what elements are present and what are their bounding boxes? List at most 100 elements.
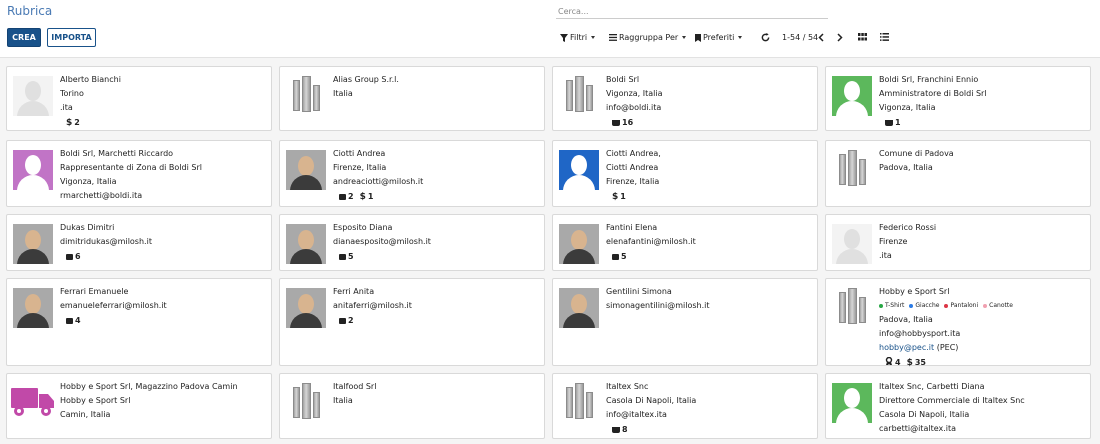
contact-card[interactable]: Gentilini Simona simonagentilini@milosh.i… (552, 278, 818, 366)
badge-calendar[interactable]: 2 (339, 190, 354, 204)
contact-card[interactable]: Ciotti Andrea Firenze, Italia andreaciotti… (279, 140, 545, 207)
contact-card[interactable]: Comune di Padova Padova, Italia (825, 140, 1091, 207)
badge-row: 1 (879, 116, 1086, 130)
contact-name[interactable]: Italtex Snc (606, 380, 813, 394)
avatar-head (571, 230, 587, 250)
avatar-head (25, 81, 41, 101)
avatar-placeholder-icon (559, 150, 599, 190)
tag[interactable]: Canotte (983, 299, 1013, 313)
contact-card[interactable]: Italtex Snc, Carbetti Diana Direttore Com… (825, 373, 1091, 439)
tag[interactable]: T-Shirt (879, 299, 904, 313)
group-by-dropdown[interactable]: Raggruppa Per (609, 33, 687, 42)
contact-card[interactable]: Alias Group S.r.l. Italia (279, 66, 545, 131)
contact-card[interactable]: Esposito Diana dianaesposito@milosh.it 5 (279, 214, 545, 271)
contact-name[interactable]: Comune di Padova (879, 147, 1086, 161)
badge-dollar[interactable]: $1 (612, 190, 626, 204)
kanban-view-icon[interactable] (858, 33, 867, 41)
tag-label: Canotte (989, 302, 1013, 309)
contact-name[interactable]: Fantini Elena (606, 221, 813, 235)
contact-detail: Ciotti Andrea (606, 163, 659, 172)
badge-dollar[interactable]: $2 (66, 116, 80, 130)
contact-name[interactable]: Ferrari Emanuele (60, 285, 267, 299)
contact-name[interactable]: Italfood Srl (333, 380, 540, 394)
contact-card[interactable]: Boldi Srl, Franchini Ennio Amministratore… (825, 66, 1091, 131)
create-button[interactable]: CREA (7, 28, 41, 47)
badge-trophy[interactable]: 4 (885, 356, 901, 370)
contact-info: Ferrari Emanuele emanueleferrari@milosh.i… (60, 285, 267, 328)
chevron-left-icon[interactable] (818, 33, 824, 42)
contact-card[interactable]: Ferri Anita anitaferri@milosh.it 2 (279, 278, 545, 366)
contact-email: elenafantini@milosh.it (606, 237, 696, 246)
contact-card[interactable]: Dukas Dimitri dimitridukas@milosh.it 6 (6, 214, 272, 271)
badge-count: 1 (367, 192, 374, 201)
contact-name[interactable]: Ciotti Andrea, (606, 147, 813, 161)
company-icon (832, 288, 872, 328)
contact-card[interactable]: Italtex Snc Casola Di Napoli, Italia info@… (552, 373, 818, 439)
contact-name[interactable]: Ciotti Andrea (333, 147, 540, 161)
pec-link[interactable]: hobby@pec.it (879, 343, 934, 352)
contact-name[interactable]: Alberto Bianchi (60, 73, 267, 87)
contact-card[interactable]: Ferrari Emanuele emanueleferrari@milosh.i… (6, 278, 272, 366)
contact-name[interactable]: Ferri Anita (333, 285, 540, 299)
tag-label: Pantaloni (950, 302, 979, 309)
company-icon (559, 383, 599, 423)
contact-card[interactable]: Hobby e Sport Srl, Magazzino Padova Cami… (6, 373, 272, 439)
favorites-dropdown[interactable]: Preferiti (695, 33, 743, 42)
filter-icon (560, 33, 568, 42)
contact-name[interactable]: Boldi Srl, Marchetti Riccardo (60, 147, 267, 161)
contact-card[interactable]: Italfood Srl Italia (279, 373, 545, 439)
badge-calendar[interactable]: 5 (612, 250, 627, 264)
contact-detail: .ita (879, 251, 892, 260)
badge-dollar[interactable]: $1 (360, 190, 374, 204)
badge-calendar[interactable]: 2 (339, 314, 354, 328)
filters-label: Filtri (570, 33, 588, 42)
list-view-icon[interactable] (880, 33, 889, 41)
contact-name[interactable]: Alias Group S.r.l. (333, 73, 540, 87)
contact-name[interactable]: Italtex Snc, Carbetti Diana (879, 380, 1086, 394)
contact-email: anitaferri@milosh.it (333, 301, 412, 310)
contact-name[interactable]: Boldi Srl, Franchini Ennio (879, 73, 1086, 87)
contact-name[interactable]: Gentilini Simona (606, 285, 813, 299)
control-panel: Rubrica Cerca... CREA IMPORTA Filtri Rag… (0, 0, 1100, 58)
contact-info: Hobby e Sport Srl T-Shirt Giacche Pantaloni… (879, 285, 1086, 370)
import-button[interactable]: IMPORTA (47, 28, 96, 47)
contact-name[interactable]: Boldi Srl (606, 73, 813, 87)
contact-name[interactable]: Esposito Diana (333, 221, 540, 235)
contact-name[interactable]: Federico Rossi (879, 221, 1086, 235)
badge-cart[interactable]: 8 (612, 423, 628, 437)
company-icon (286, 383, 326, 423)
contact-card[interactable]: Federico Rossi Firenze .ita (825, 214, 1091, 271)
contact-detail: Direttore Commerciale di Italtex Snc (879, 396, 1025, 405)
avatar-body (17, 249, 49, 264)
contact-info: Alberto Bianchi Torino .ita $2 (60, 73, 267, 130)
contact-name[interactable]: Hobby e Sport Srl, Magazzino Padova Cami… (60, 380, 267, 394)
cart-icon (612, 120, 620, 126)
tag[interactable]: Pantaloni (944, 299, 978, 313)
contact-email: simonagentilini@milosh.it (606, 301, 710, 310)
search-input[interactable]: Cerca... (556, 5, 828, 19)
tag-color-dot (879, 304, 883, 308)
tag[interactable]: Giacche (909, 299, 939, 313)
chevron-right-icon[interactable] (837, 33, 843, 42)
contact-card[interactable]: Fantini Elena elenafantini@milosh.it 5 (552, 214, 818, 271)
contact-card[interactable]: Ciotti Andrea, Ciotti Andrea Firenze, Ital… (552, 140, 818, 207)
badge-calendar[interactable]: 5 (339, 250, 354, 264)
contact-card[interactable]: Hobby e Sport Srl T-Shirt Giacche Pantaloni… (825, 278, 1091, 368)
badge-cart[interactable]: 16 (612, 116, 633, 130)
badge-calendar[interactable]: 4 (66, 314, 81, 328)
contact-name[interactable]: Hobby e Sport Srl (879, 285, 1086, 299)
contact-card[interactable]: Boldi Srl Vigonza, Italia info@boldi.ita 16 (552, 66, 818, 131)
contact-name[interactable]: Dukas Dimitri (60, 221, 267, 235)
contact-detail: Vigonza, Italia (60, 177, 117, 186)
badge-dollar[interactable]: $35 (907, 356, 926, 370)
contact-info: Italfood Srl Italia (333, 380, 540, 408)
avatar-head (298, 230, 314, 250)
tag-color-dot (983, 304, 988, 308)
contact-detail: .ita (60, 103, 73, 112)
badge-calendar[interactable]: 6 (66, 250, 81, 264)
contact-card[interactable]: Boldi Srl, Marchetti Riccardo Rappresenta… (6, 140, 272, 207)
filters-dropdown[interactable]: Filtri (560, 33, 596, 42)
contact-card[interactable]: Alberto Bianchi Torino .ita $2 (6, 66, 272, 131)
refresh-icon[interactable] (761, 33, 770, 42)
badge-cart[interactable]: 1 (885, 116, 901, 130)
